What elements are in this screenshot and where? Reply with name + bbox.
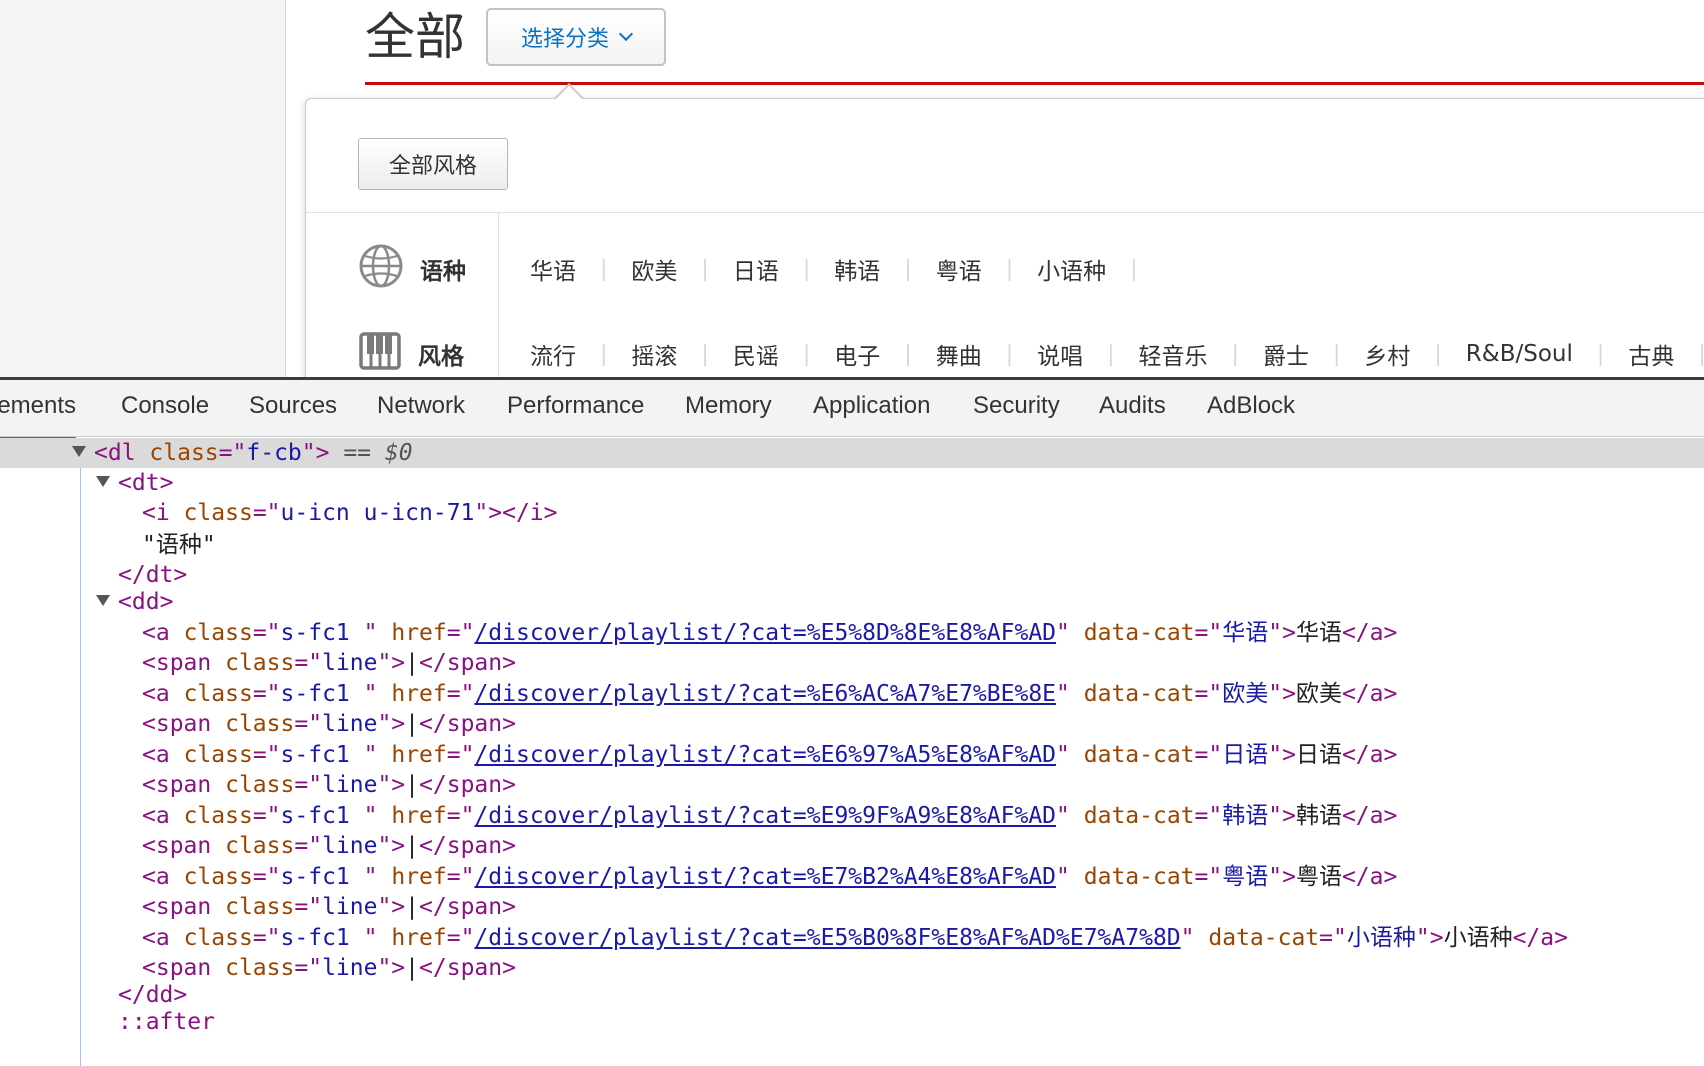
row-label-text: 语种 bbox=[420, 259, 466, 285]
expand-triangle-icon[interactable] bbox=[96, 476, 110, 487]
category-tag-link[interactable]: 华语 bbox=[530, 252, 576, 286]
tab-elements[interactable]: lements bbox=[0, 392, 77, 440]
tag-separator: | bbox=[802, 256, 811, 282]
category-dropdown-panel bbox=[305, 98, 1704, 377]
select-category-button[interactable]: 选择分类 bbox=[486, 8, 666, 66]
selected-marker: == $0 bbox=[343, 440, 413, 466]
dropdown-arrow-inner bbox=[555, 86, 583, 100]
tab-performance[interactable]: Performance bbox=[507, 392, 644, 420]
category-tag-link[interactable]: R&B/Soul bbox=[1466, 341, 1573, 367]
row-label-text: 风格 bbox=[418, 344, 464, 370]
language-tag-list: 华语 | 欧美 | 日语 | 韩语 | 粤语 | 小语种 | bbox=[530, 252, 1162, 286]
tag-separator: | bbox=[1130, 256, 1138, 282]
tag-separator: | bbox=[802, 341, 811, 367]
dom-node-a[interactable]: <a class="s-fc1 " href="/discover/playli… bbox=[142, 679, 1397, 709]
category-tag-link[interactable]: 日语 bbox=[733, 252, 779, 286]
category-tag-link[interactable]: 爵士 bbox=[1263, 337, 1309, 371]
tag-separator: | bbox=[904, 256, 912, 282]
tag-separator: | bbox=[904, 341, 912, 367]
tab-adblock[interactable]: AdBlock bbox=[1207, 392, 1295, 420]
dom-node-span[interactable]: <span class="line">|</span> bbox=[142, 648, 516, 678]
category-tag-link[interactable]: 电子 bbox=[834, 337, 880, 371]
tab-application[interactable]: Application bbox=[813, 392, 930, 420]
category-tag-link[interactable]: 轻音乐 bbox=[1139, 337, 1208, 371]
category-tag-link[interactable]: 粤语 bbox=[936, 252, 982, 286]
category-tag-link[interactable]: 乡村 bbox=[1364, 337, 1410, 371]
screen: 全部 选择分类 全部风格 语种 华语 | 欧美 | 日语 | 韩语 | 粤语 |… bbox=[0, 0, 1704, 1066]
href-link[interactable]: /discover/playlist/?cat=%E6%AC%A7%E7%BE%… bbox=[474, 681, 1056, 707]
dom-node-a[interactable]: <a class="s-fc1 " href="/discover/playli… bbox=[142, 862, 1397, 892]
tag-separator: | bbox=[1434, 341, 1442, 367]
dom-pseudo-after[interactable]: ::after bbox=[118, 1007, 215, 1037]
href-link[interactable]: /discover/playlist/?cat=%E5%8D%8E%E8%AF%… bbox=[474, 620, 1056, 646]
all-styles-button[interactable]: 全部风格 bbox=[358, 138, 508, 190]
dom-node-span[interactable]: <span class="line">|</span> bbox=[142, 709, 516, 739]
elements-dom-tree: <dl class="f-cb"> == $0 <dt> <i class="u… bbox=[0, 437, 1704, 1066]
dom-close-dt[interactable]: </dt> bbox=[118, 560, 187, 590]
tag-separator: | bbox=[600, 341, 608, 367]
tag-separator: | bbox=[1107, 341, 1115, 367]
category-tag-link[interactable]: 舞曲 bbox=[936, 337, 982, 371]
dom-text-node[interactable]: "语种" bbox=[142, 530, 216, 560]
tab-sources[interactable]: Sources bbox=[249, 392, 337, 420]
dom-node-span[interactable]: <span class="line">|</span> bbox=[142, 953, 516, 983]
tag-separator: | bbox=[1698, 341, 1704, 367]
tag-separator: | bbox=[701, 341, 709, 367]
dom-node-span[interactable]: <span class="line">|</span> bbox=[142, 770, 516, 800]
tag-separator: | bbox=[1332, 341, 1341, 367]
left-sidebar bbox=[0, 0, 286, 377]
category-tag-link[interactable]: 摇滚 bbox=[631, 337, 677, 371]
tab-memory[interactable]: Memory bbox=[685, 392, 772, 420]
dom-node-dt[interactable]: <dt> bbox=[96, 468, 173, 498]
tree-guide-line bbox=[80, 468, 81, 1066]
href-link[interactable]: /discover/playlist/?cat=%E5%B0%8F%E8%AF%… bbox=[474, 925, 1180, 951]
web-page: 全部 选择分类 全部风格 语种 华语 | 欧美 | 日语 | 韩语 | 粤语 |… bbox=[0, 0, 1704, 377]
chevron-down-icon bbox=[618, 26, 634, 42]
dom-node-dl[interactable]: <dl class="f-cb"> == $0 bbox=[72, 438, 413, 468]
tab-console[interactable]: Console bbox=[121, 392, 209, 420]
select-category-label: 选择分类 bbox=[520, 27, 609, 52]
href-link[interactable]: /discover/playlist/?cat=%E6%97%A5%E8%AF%… bbox=[474, 742, 1056, 768]
style-tag-list: 流行 | 摇滚 | 民谣 | 电子 | 舞曲 | 说唱 | 轻音乐 | 爵士 | 乡村 | R&B/Soul | 古典 | bbox=[530, 337, 1704, 371]
dom-node-i[interactable]: <i class="u-icn u-icn-71"></i> bbox=[142, 498, 558, 528]
dom-node-a[interactable]: <a class="s-fc1 " href="/discover/playli… bbox=[142, 923, 1568, 953]
tag-separator: | bbox=[1005, 341, 1014, 367]
expand-triangle-icon[interactable] bbox=[96, 595, 110, 606]
dom-node-dd[interactable]: <dd> bbox=[96, 587, 173, 617]
tab-network[interactable]: Network bbox=[377, 392, 465, 420]
category-tag-link[interactable]: 古典 bbox=[1628, 337, 1674, 371]
tab-audits[interactable]: Audits bbox=[1099, 392, 1166, 420]
href-link[interactable]: /discover/playlist/?cat=%E9%9F%A9%E8%AF%… bbox=[474, 803, 1056, 829]
row-label-language: 语种 bbox=[358, 243, 466, 295]
panel-divider-vertical bbox=[498, 213, 499, 377]
page-title: 全部 bbox=[365, 8, 465, 66]
tag-separator: | bbox=[1231, 341, 1239, 367]
devtools-tab-bar: lements Console Sources Network Performa… bbox=[0, 380, 1704, 440]
href-link[interactable]: /discover/playlist/?cat=%E7%B2%A4%E8%AF%… bbox=[474, 864, 1056, 890]
panel-divider-horizontal bbox=[306, 212, 1704, 213]
category-tag-link[interactable]: 民谣 bbox=[733, 337, 779, 371]
row-label-style: 风格 bbox=[358, 331, 464, 377]
category-tag-link[interactable]: 韩语 bbox=[834, 252, 880, 286]
dom-close-dd[interactable]: </dd> bbox=[118, 980, 187, 1010]
tag-separator: | bbox=[600, 256, 608, 282]
devtools-panel: lements Console Sources Network Performa… bbox=[0, 377, 1704, 1066]
category-tag-link[interactable]: 流行 bbox=[530, 337, 576, 371]
tag-separator: | bbox=[1596, 341, 1605, 367]
category-tag-link[interactable]: 欧美 bbox=[631, 252, 677, 286]
piano-icon bbox=[358, 331, 402, 377]
globe-icon bbox=[358, 243, 404, 295]
dom-node-a[interactable]: <a class="s-fc1 " href="/discover/playli… bbox=[142, 740, 1397, 770]
category-tag-link[interactable]: 小语种 bbox=[1037, 252, 1106, 286]
dom-node-span[interactable]: <span class="line">|</span> bbox=[142, 831, 516, 861]
dom-node-a[interactable]: <a class="s-fc1 " href="/discover/playli… bbox=[142, 801, 1397, 831]
category-tag-link[interactable]: 说唱 bbox=[1037, 337, 1083, 371]
dom-node-span[interactable]: <span class="line">|</span> bbox=[142, 892, 516, 922]
tag-separator: | bbox=[1005, 256, 1014, 282]
dom-node-a[interactable]: <a class="s-fc1 " href="/discover/playli… bbox=[142, 618, 1397, 648]
tab-security[interactable]: Security bbox=[973, 392, 1060, 420]
expand-triangle-icon[interactable] bbox=[72, 446, 86, 457]
tag-separator: | bbox=[701, 256, 709, 282]
